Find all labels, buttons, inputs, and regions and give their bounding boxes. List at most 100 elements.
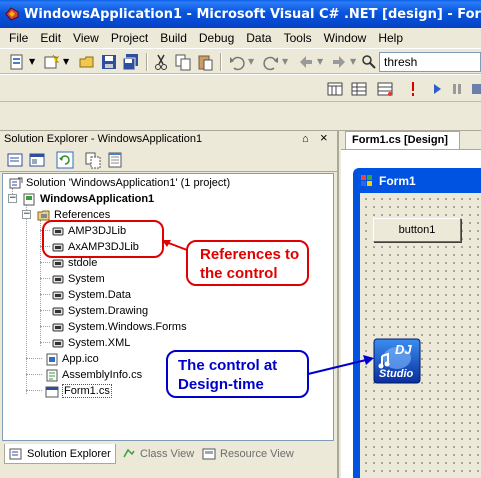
tree-file-item[interactable]: Form1.cs bbox=[45, 383, 112, 399]
solution-explorer-tabs: Solution Explorer Class View Resource Vi… bbox=[0, 442, 337, 478]
dropdown-arrow-icon[interactable]: ▼ bbox=[29, 57, 35, 66]
reference-label: System.Windows.Forms bbox=[68, 321, 187, 333]
designtime-callout-line1: The control at bbox=[178, 357, 278, 374]
refresh-icon[interactable] bbox=[56, 151, 74, 169]
tab-label: Resource View bbox=[220, 448, 294, 460]
save-all-icon[interactable] bbox=[122, 53, 140, 71]
grid-icon[interactable] bbox=[376, 80, 394, 98]
menu-window[interactable]: Window bbox=[318, 31, 373, 45]
tree-file-item[interactable]: App.ico bbox=[45, 351, 99, 367]
solution-explorer-tree[interactable]: Solution 'WindowsApplication1' (1 projec… bbox=[2, 173, 334, 441]
add-new-item-icon[interactable] bbox=[42, 53, 60, 71]
form-title-bar[interactable]: Form1 bbox=[360, 171, 481, 191]
copy-icon[interactable] bbox=[174, 53, 192, 71]
toolbar-area-spacer bbox=[0, 103, 481, 131]
cut-icon[interactable] bbox=[152, 53, 170, 71]
resource-view-tab-icon bbox=[202, 448, 216, 460]
tab-form1-design[interactable]: Form1.cs [Design] bbox=[345, 131, 460, 149]
dropdown-arrow-icon[interactable]: ▼ bbox=[317, 57, 323, 66]
dropdown-arrow-icon[interactable]: ▼ bbox=[282, 57, 288, 66]
tree-reference-item[interactable]: System.Data bbox=[51, 287, 131, 303]
csharp-file-icon bbox=[46, 369, 58, 381]
collapse-references-icon[interactable]: − bbox=[22, 210, 31, 219]
exclamation-icon[interactable] bbox=[404, 80, 422, 98]
form-file-icon bbox=[45, 386, 59, 397]
visual-studio-icon bbox=[5, 7, 19, 21]
menu-project[interactable]: Project bbox=[105, 31, 154, 45]
form-title: Form1 bbox=[379, 174, 416, 188]
standard-toolbar: ▼ ▼ ▼ ▼ ▼ ▼ thresh bbox=[0, 48, 481, 74]
navigate-forward-icon[interactable] bbox=[330, 53, 348, 71]
form-icon bbox=[361, 175, 372, 186]
tree-reference-item[interactable]: System bbox=[51, 271, 105, 287]
menu-view[interactable]: View bbox=[67, 31, 105, 45]
reference-label: System.XML bbox=[68, 337, 131, 349]
tab-solution-explorer[interactable]: Solution Explorer bbox=[4, 444, 116, 464]
title-bar[interactable]: WindowsApplication1 - Microsoft Visual C… bbox=[0, 0, 481, 28]
open-file-icon[interactable] bbox=[78, 53, 96, 71]
tab-class-view[interactable]: Class View bbox=[118, 444, 198, 464]
reference-label: stdole bbox=[68, 257, 98, 269]
menu-build[interactable]: Build bbox=[154, 31, 193, 45]
new-project-icon[interactable] bbox=[8, 53, 26, 71]
menu-file[interactable]: File bbox=[0, 31, 34, 45]
menu-tools[interactable]: Tools bbox=[278, 31, 318, 45]
button1-control[interactable]: button1 bbox=[373, 218, 461, 242]
show-all-files-icon[interactable] bbox=[84, 151, 102, 169]
tree-project[interactable]: WindowsApplication1 bbox=[23, 191, 154, 207]
menu-edit[interactable]: Edit bbox=[34, 31, 67, 45]
reference-label: System bbox=[68, 273, 105, 285]
dropdown-arrow-icon[interactable]: ▼ bbox=[63, 57, 69, 66]
close-icon[interactable]: × bbox=[320, 130, 328, 146]
pin-icon[interactable]: ⌂ bbox=[302, 131, 309, 147]
start-debug-icon[interactable] bbox=[428, 80, 446, 98]
tree-reference-item[interactable]: System.Windows.Forms bbox=[51, 319, 187, 335]
class-view-tab-icon bbox=[123, 448, 135, 458]
save-icon[interactable] bbox=[100, 53, 118, 71]
references-callout-box: References to the control bbox=[186, 240, 309, 286]
assembly-reference-icon bbox=[52, 307, 64, 315]
solution-explorer-header: Solution Explorer - WindowsApplication1 … bbox=[0, 130, 337, 147]
solution-explorer-toolbar bbox=[0, 148, 337, 172]
layout-toolbar bbox=[0, 74, 481, 102]
dj-studio-control[interactable]: DJ Studio bbox=[373, 338, 421, 384]
icon-file-icon bbox=[46, 353, 58, 365]
paste-icon[interactable] bbox=[196, 53, 214, 71]
tree-reference-item[interactable]: System.Drawing bbox=[51, 303, 148, 319]
dropdown-arrow-icon[interactable]: ▼ bbox=[350, 57, 356, 66]
dj-label: DJ bbox=[395, 342, 412, 357]
find-combo-input[interactable]: thresh bbox=[379, 52, 481, 72]
properties-icon[interactable] bbox=[106, 151, 124, 169]
assembly-reference-icon bbox=[52, 291, 64, 299]
menu-data[interactable]: Data bbox=[240, 31, 277, 45]
reference-label: System.Drawing bbox=[68, 305, 149, 317]
navigate-back-icon[interactable] bbox=[297, 53, 315, 71]
project-label: WindowsApplication1 bbox=[40, 193, 155, 205]
tree-reference-item[interactable]: System.XML bbox=[51, 335, 130, 351]
solution-explorer-title: Solution Explorer - WindowsApplication1 bbox=[4, 133, 203, 145]
references-callout-line2: the control bbox=[200, 265, 278, 282]
layout-icon[interactable] bbox=[326, 80, 344, 98]
view-designer-icon[interactable] bbox=[28, 151, 46, 169]
csharp-project-icon bbox=[23, 193, 35, 205]
solution-label: Solution 'WindowsApplication1' (1 projec… bbox=[26, 177, 231, 189]
tree-solution[interactable]: Solution 'WindowsApplication1' (1 projec… bbox=[9, 175, 230, 191]
table-icon[interactable] bbox=[350, 80, 368, 98]
collapse-project-icon[interactable]: − bbox=[8, 194, 17, 203]
menu-debug[interactable]: Debug bbox=[193, 31, 240, 45]
pause-icon[interactable] bbox=[448, 80, 466, 98]
tree-file-item[interactable]: AssemblyInfo.cs bbox=[45, 367, 142, 383]
stop-icon[interactable] bbox=[468, 80, 481, 98]
menu-help[interactable]: Help bbox=[372, 31, 409, 45]
redo-icon[interactable] bbox=[262, 53, 280, 71]
dropdown-arrow-icon[interactable]: ▼ bbox=[248, 57, 254, 66]
view-code-icon[interactable] bbox=[6, 151, 24, 169]
references-highlight-box bbox=[42, 220, 164, 258]
designtime-callout-box: The control at Design-time bbox=[166, 350, 309, 398]
solution-explorer-tab-icon bbox=[9, 448, 22, 459]
references-callout-line1: References to bbox=[200, 246, 300, 263]
assembly-reference-icon bbox=[52, 339, 64, 347]
tab-resource-view[interactable]: Resource View bbox=[198, 444, 298, 464]
undo-icon[interactable] bbox=[228, 53, 246, 71]
find-icon[interactable] bbox=[360, 53, 378, 71]
